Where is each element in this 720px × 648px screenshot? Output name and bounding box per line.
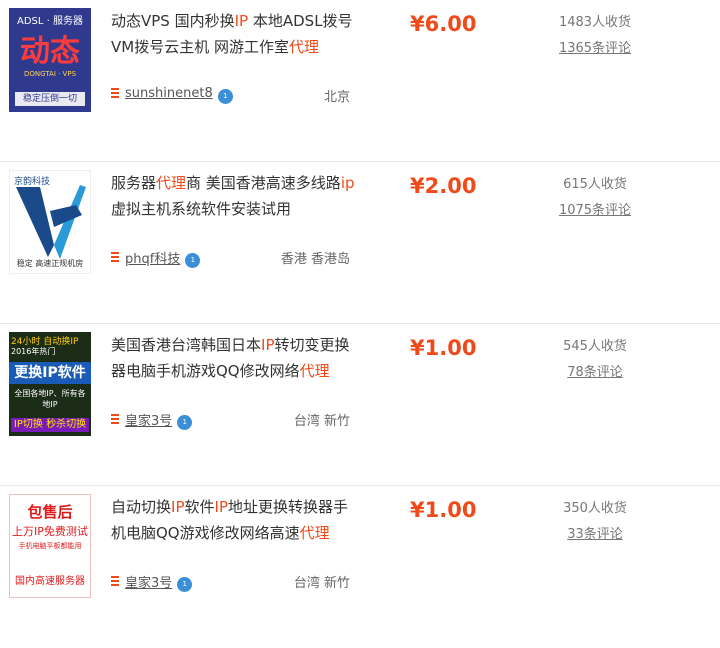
chat-bubble-icon[interactable]: 1	[185, 253, 201, 268]
chat-bubble-icon[interactable]: 1	[177, 415, 193, 430]
thumbnail-text: IP切换 秒杀切换	[11, 418, 89, 432]
review-count-link[interactable]: 33条评论	[530, 522, 660, 548]
thumbnail-text: 动态	[20, 34, 80, 69]
seller: sunshinenet8 1	[111, 86, 233, 104]
seller: phqf科技 1	[111, 248, 201, 268]
title-text: 商 美国香港高速多线路	[186, 174, 341, 192]
review-count-link[interactable]: 1075条评论	[530, 198, 660, 224]
thumbnail-text: ADSL · 服务器	[17, 16, 83, 27]
stats: 545人收货 78条评论	[530, 334, 660, 386]
stats: 1483人收货 1365条评论	[530, 10, 660, 62]
title-keyword: IP	[171, 498, 185, 516]
location: 北京	[323, 90, 350, 105]
title-keyword: ip	[340, 174, 355, 192]
thumbnail-text: 2016年热门	[11, 347, 56, 356]
title-keyword: IP	[234, 12, 249, 30]
shop-icon	[111, 575, 119, 588]
product-thumbnail[interactable]: 包售后 上万IP免费测试 手机电脑平板都能用 国内高速服务器	[9, 494, 91, 598]
title-keyword: 代理	[156, 174, 187, 192]
product-thumbnail[interactable]: ADSL · 服务器 动态 DONGTAI · VPS 稳定压倒一切	[9, 8, 91, 112]
seller-name-link[interactable]: phqf科技	[125, 248, 180, 267]
location: 台湾 新竹	[293, 576, 350, 591]
product-title-link[interactable]: 美国香港台湾韩国日本IP转切变更换器电脑手机游戏QQ修改网络代理	[111, 332, 361, 384]
title-keyword: 代理	[288, 38, 319, 56]
title-keyword: IP	[214, 498, 228, 516]
title-keyword: IP	[261, 336, 275, 354]
thumbnail-text: 手机电脑平板都能用	[18, 542, 82, 550]
seller: 皇家3号 1	[111, 572, 193, 592]
seller-name-link[interactable]: 皇家3号	[125, 572, 172, 591]
list-item: ADSL · 服务器 动态 DONGTAI · VPS 稳定压倒一切 动态VPS…	[0, 0, 720, 162]
title-text: 自动切换	[111, 498, 172, 516]
product-thumbnail[interactable]: 24小时 自动换IP 2016年热门 更换IP软件 全国各地IP、所有各地IP …	[9, 332, 91, 436]
shop-icon	[111, 87, 119, 100]
product-list: ADSL · 服务器 动态 DONGTAI · VPS 稳定压倒一切 动态VPS…	[0, 0, 720, 648]
thumbnail-text: 稳定 高速正规机房	[16, 259, 84, 268]
product-title-link[interactable]: 动态VPS 国内秒换IP 本地ADSL拨号VM拨号云主机 网游工作室代理	[111, 8, 361, 60]
list-item: 包售后 上万IP免费测试 手机电脑平板都能用 国内高速服务器 自动切换IP软件I…	[0, 486, 720, 648]
sales-count: 615人收货	[563, 177, 627, 192]
thumbnail-text: DONGTAI · VPS	[23, 70, 77, 78]
list-item: 京韵科技 稳定 高速正规机房 服务器代理商 美国香港高速多线路ip 虚拟主机系统软…	[0, 162, 720, 324]
price: ¥2.00	[410, 174, 477, 198]
sales-count: 545人收货	[563, 339, 627, 354]
seller-name-link[interactable]: 皇家3号	[125, 410, 172, 429]
title-text: 服务器	[111, 174, 157, 192]
seller-name-link[interactable]: sunshinenet8	[125, 86, 213, 101]
shop-icon	[111, 251, 119, 264]
review-count-link[interactable]: 1365条评论	[530, 36, 660, 62]
product-title-link[interactable]: 服务器代理商 美国香港高速多线路ip 虚拟主机系统软件安装试用	[111, 170, 361, 222]
review-count-link[interactable]: 78条评论	[530, 360, 660, 386]
shop-icon	[111, 413, 119, 426]
product-title-link[interactable]: 自动切换IP软件IP地址更换转换器手机电脑QQ游戏修改网络高速代理	[111, 494, 361, 546]
title-text: 动态VPS 国内秒换	[111, 12, 235, 30]
price: ¥1.00	[410, 498, 477, 522]
thumbnail-text: 更换IP软件	[9, 362, 91, 384]
title-keyword: 代理	[299, 524, 330, 542]
title-text: 虚拟主机系统软件安装试用	[111, 200, 292, 218]
stats: 350人收货 33条评论	[530, 496, 660, 548]
seller: 皇家3号 1	[111, 410, 193, 430]
price: ¥6.00	[410, 12, 477, 36]
location: 香港 香港岛	[280, 252, 350, 267]
location: 台湾 新竹	[293, 414, 350, 429]
list-item: 24小时 自动换IP 2016年热门 更换IP软件 全国各地IP、所有各地IP …	[0, 324, 720, 486]
stats: 615人收货 1075条评论	[530, 172, 660, 224]
thumbnail-text: 稳定压倒一切	[15, 92, 85, 106]
thumbnail-text: 上万IP免费测试	[12, 525, 88, 538]
title-text: 美国香港台湾韩国日本	[111, 336, 262, 354]
chat-bubble-icon[interactable]: 1	[217, 89, 233, 104]
thumbnail-text: 国内高速服务器	[15, 576, 85, 587]
sales-count: 350人收货	[563, 501, 627, 516]
chat-bubble-icon[interactable]: 1	[177, 577, 193, 592]
thumbnail-text: 包售后	[27, 503, 73, 521]
price: ¥1.00	[410, 336, 477, 360]
title-text: 软件	[184, 498, 215, 516]
thumbnail-text: 全国各地IP、所有各地IP	[14, 389, 86, 409]
product-thumbnail[interactable]: 京韵科技 稳定 高速正规机房	[9, 170, 91, 274]
title-keyword: 代理	[299, 362, 330, 380]
sales-count: 1483人收货	[558, 15, 632, 30]
